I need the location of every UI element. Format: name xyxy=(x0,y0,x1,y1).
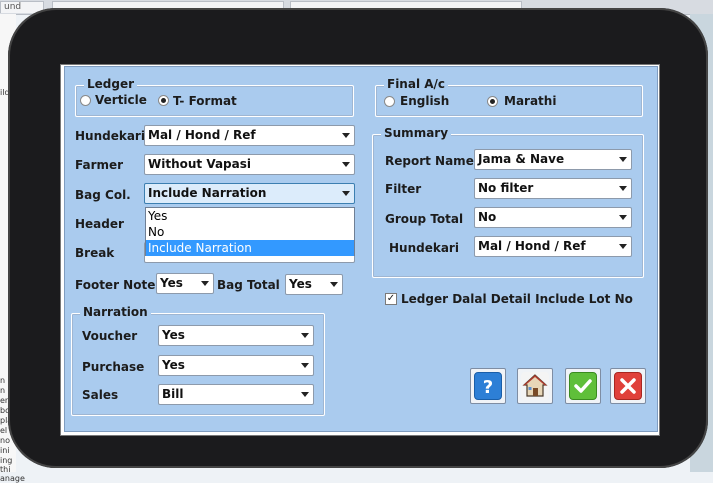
ledger-tformat-label[interactable]: T- Format xyxy=(173,94,237,108)
farmer-value: Without Vapasi xyxy=(148,157,252,171)
background-text: el xyxy=(0,426,8,435)
ok-button[interactable] xyxy=(565,368,601,404)
chevron-down-icon xyxy=(342,162,350,167)
chevron-down-icon xyxy=(201,281,209,286)
filter-value: No filter xyxy=(478,181,534,195)
farmer-label: Farmer xyxy=(75,158,124,172)
dropdown-option-no[interactable]: No xyxy=(146,224,354,240)
chevron-down-icon xyxy=(619,186,627,191)
purchase-select[interactable]: Yes xyxy=(158,355,314,376)
dropdown-option-include-narration[interactable]: Include Narration xyxy=(146,240,354,256)
purchase-value: Yes xyxy=(162,358,185,372)
report-name-label: Report Name xyxy=(385,154,474,168)
background-text: ini xyxy=(0,446,10,455)
bag-total-label: Bag Total xyxy=(217,278,280,292)
sales-label: Sales xyxy=(82,388,119,402)
report-name-value: Jama & Nave xyxy=(478,152,565,166)
chevron-down-icon xyxy=(619,215,627,220)
filter-select[interactable]: No filter xyxy=(474,178,632,199)
home-button[interactable] xyxy=(517,368,553,404)
final-ac-marathi-label[interactable]: Marathi xyxy=(504,94,556,108)
background-text: n xyxy=(0,386,6,395)
ledger-dalal-label[interactable]: Ledger Dalal Detail Include Lot No xyxy=(401,292,633,306)
ledger-verticle-radio[interactable] xyxy=(80,95,91,106)
bag-col-dropdown-list: Yes No Include Narration xyxy=(145,207,355,256)
footer-note-select[interactable]: Yes xyxy=(156,273,214,294)
break-label: Break xyxy=(75,246,115,260)
sales-value: Bill xyxy=(162,387,184,401)
final-ac-english-label[interactable]: English xyxy=(400,94,449,108)
final-ac-marathi-radio[interactable] xyxy=(487,96,498,107)
farmer-select[interactable]: Without Vapasi xyxy=(144,154,355,175)
background-text: no xyxy=(0,436,10,445)
background-text: thi xyxy=(0,465,11,474)
chevron-down-icon xyxy=(301,363,309,368)
ledger-legend: Ledger xyxy=(84,77,138,91)
bag-total-value: Yes xyxy=(289,277,312,291)
header-label: Header xyxy=(75,217,124,231)
background-text: ing xyxy=(0,456,13,465)
summary-hundekari-value: Mal / Hond / Ref xyxy=(478,239,586,253)
dropdown-option-yes[interactable]: Yes xyxy=(146,208,354,224)
ledger-dalal-checkbox[interactable]: ✓ xyxy=(385,293,397,305)
group-total-select[interactable]: No xyxy=(474,207,632,228)
bag-total-select[interactable]: Yes xyxy=(285,274,343,295)
report-name-select[interactable]: Jama & Nave xyxy=(474,149,632,170)
bag-col-select[interactable]: Include Narration xyxy=(144,183,355,204)
group-total-label: Group Total xyxy=(385,212,464,226)
group-total-value: No xyxy=(478,210,497,224)
help-button[interactable]: ? xyxy=(470,368,506,404)
cancel-button[interactable] xyxy=(610,368,646,404)
filter-label: Filter xyxy=(385,182,422,196)
close-icon xyxy=(614,372,642,400)
narration-legend: Narration xyxy=(80,305,151,319)
bag-col-value: Include Narration xyxy=(148,186,267,200)
purchase-label: Purchase xyxy=(82,360,145,374)
svg-text:?: ? xyxy=(483,377,493,398)
chevron-down-icon xyxy=(330,282,338,287)
chevron-down-icon xyxy=(619,244,627,249)
final-ac-english-radio[interactable] xyxy=(384,96,395,107)
bag-col-label: Bag Col. xyxy=(75,188,131,202)
chevron-down-icon xyxy=(301,392,309,397)
sales-select[interactable]: Bill xyxy=(158,384,314,405)
summary-hundekari-label: Hundekari xyxy=(389,241,459,255)
help-icon: ? xyxy=(474,372,502,400)
ledger-verticle-label[interactable]: Verticle xyxy=(95,93,147,107)
final-ac-legend: Final A/c xyxy=(384,77,449,91)
hundekari-value: Mal / Hond / Ref xyxy=(148,128,256,142)
chevron-down-icon xyxy=(342,133,350,138)
home-icon xyxy=(521,372,549,400)
voucher-label: Voucher xyxy=(82,329,138,343)
footer-note-label: Footer Note xyxy=(75,278,156,292)
check-icon xyxy=(569,372,597,400)
ledger-tformat-radio[interactable] xyxy=(158,95,169,106)
browser-tab-label: und xyxy=(4,2,22,12)
voucher-value: Yes xyxy=(162,328,185,342)
chevron-down-icon xyxy=(619,157,627,162)
voucher-select[interactable]: Yes xyxy=(158,325,314,346)
chevron-down-icon xyxy=(301,333,309,338)
hundekari-select[interactable]: Mal / Hond / Ref xyxy=(144,125,355,146)
summary-legend: Summary xyxy=(381,126,452,140)
footer-note-value: Yes xyxy=(160,276,183,290)
chevron-down-icon xyxy=(342,191,350,196)
summary-hundekari-select[interactable]: Mal / Hond / Ref xyxy=(474,236,632,257)
background-text: anage xyxy=(0,474,25,483)
hundekari-label: Hundekari xyxy=(75,129,145,143)
